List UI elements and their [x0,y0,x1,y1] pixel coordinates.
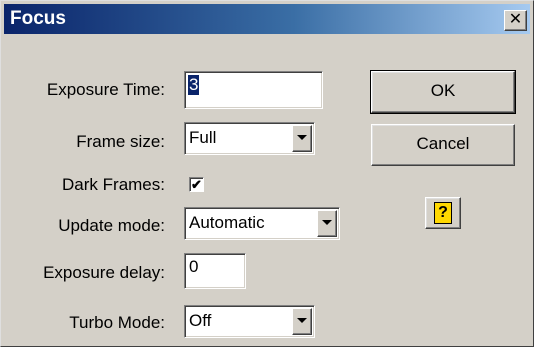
frame-size-value: Full [189,128,217,147]
close-button[interactable]: ✕ [504,10,527,31]
help-icon: ? [434,202,452,224]
dark-frames-label: Dark Frames: [62,175,165,194]
update-mode-dropdown-button[interactable] [317,210,337,237]
exposure-delay-input[interactable]: 0 [184,253,246,289]
exposure-time-value: 3 [188,75,200,95]
turbo-mode-select[interactable]: Off [184,305,315,338]
close-icon: ✕ [508,11,523,28]
turbo-mode-dropdown-button[interactable] [292,308,312,335]
update-mode-label: Update mode: [58,216,165,235]
chevron-down-icon [297,135,307,140]
update-mode-select[interactable]: Automatic [184,207,340,240]
title-bar[interactable]: Focus ✕ [4,4,530,34]
dark-frames-checkbox[interactable]: ✔ [189,177,204,192]
exposure-delay-value: 0 [189,257,199,276]
turbo-mode-value: Off [189,311,212,330]
frame-size-select[interactable]: Full [184,122,315,155]
turbo-mode-label: Turbo Mode: [69,313,165,332]
cancel-button[interactable]: Cancel [371,124,515,166]
exposure-time-input[interactable]: 3 [184,71,323,109]
checkmark-icon: ✔ [191,177,202,192]
exposure-delay-label: Exposure delay: [43,263,165,282]
focus-dialog: Focus ✕ Exposure Time: 3 Frame size: Ful… [0,0,534,347]
dialog-title: Focus [10,8,66,29]
frame-size-label: Frame size: [76,132,165,151]
update-mode-value: Automatic [189,213,265,232]
chevron-down-icon [297,318,307,323]
chevron-down-icon [322,220,332,225]
help-button[interactable]: ? [425,197,461,229]
ok-button[interactable]: OK [370,70,516,114]
exposure-time-label: Exposure Time: [46,80,165,99]
frame-size-dropdown-button[interactable] [292,125,312,152]
